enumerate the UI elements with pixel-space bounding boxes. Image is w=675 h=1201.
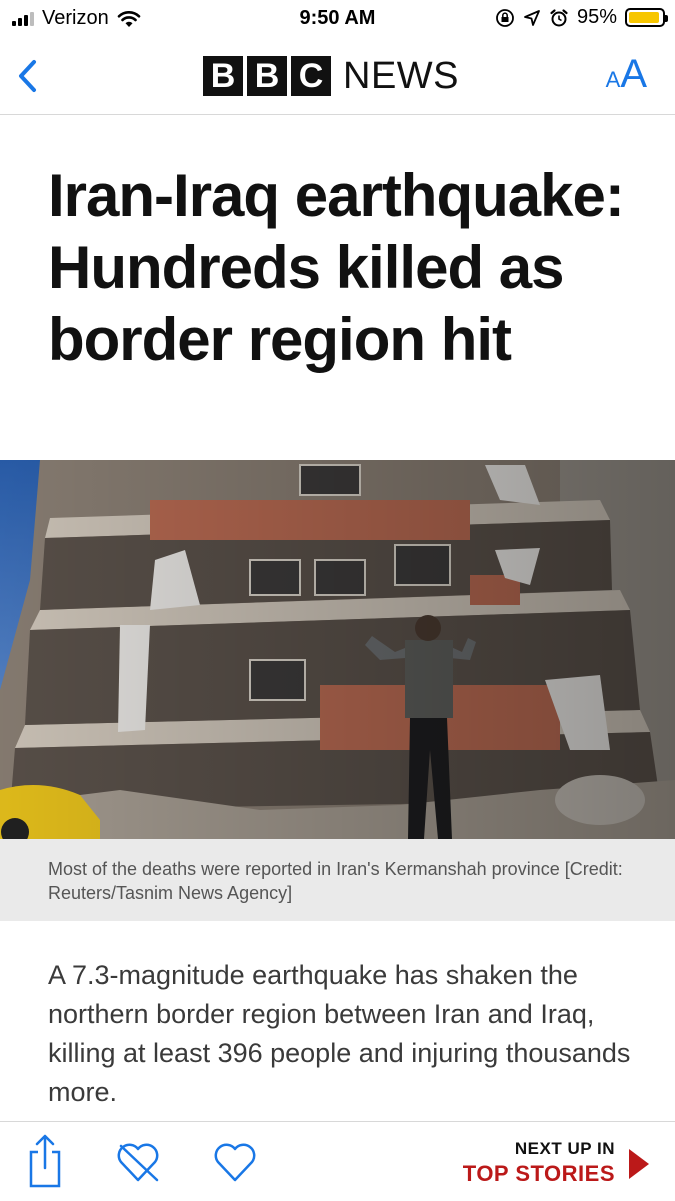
article-hero-image [0, 460, 675, 839]
battery-percentage: 95% [576, 6, 617, 28]
logo-block-c: C [291, 56, 331, 96]
show-less-button[interactable] [113, 1130, 163, 1190]
status-right: 95% [495, 6, 668, 29]
logo-block-b2: B [247, 56, 287, 96]
battery-icon [625, 8, 668, 27]
play-arrow-icon [629, 1149, 649, 1179]
share-icon [29, 1134, 61, 1188]
status-bar: Verizon 9:50 AM 95% [0, 0, 675, 38]
bottom-toolbar: NEXT UP IN TOP STORIES [0, 1121, 675, 1201]
font-size-button[interactable]: A A [606, 52, 647, 97]
bbc-news-logo: B B C NEWS [203, 56, 459, 96]
earthquake-damaged-building-photo [0, 460, 675, 839]
article-headline: Iran-Iraq earthquake: Hundreds killed as… [48, 162, 625, 373]
font-size-small-letter: A [605, 67, 621, 92]
logo-news-word: NEWS [343, 55, 459, 97]
unlike-heart-icon [117, 1143, 159, 1182]
chevron-left-icon [19, 60, 36, 92]
next-story-button[interactable]: NEXT UP IN TOP STORIES [463, 1137, 649, 1187]
back-button[interactable] [14, 56, 44, 96]
next-up-text: NEXT UP IN TOP STORIES [463, 1137, 615, 1187]
next-up-section: TOP STORIES [462, 1161, 615, 1186]
share-button[interactable] [20, 1130, 70, 1190]
image-caption: Most of the deaths were reported in Iran… [0, 839, 675, 921]
alarm-icon [550, 8, 568, 26]
article-body-paragraph: A 7.3-magnitude earthquake has shaken th… [48, 960, 631, 1107]
like-button[interactable] [210, 1130, 260, 1190]
battery-level [629, 12, 660, 23]
logo-block-b1: B [203, 56, 243, 96]
like-heart-icon [214, 1143, 256, 1182]
next-up-label: NEXT UP IN [514, 1139, 615, 1158]
location-icon [524, 9, 540, 26]
orientation-lock-icon [496, 8, 514, 27]
navigation-bar: B B C NEWS A A [0, 38, 675, 115]
font-size-large-letter: A [620, 52, 647, 96]
